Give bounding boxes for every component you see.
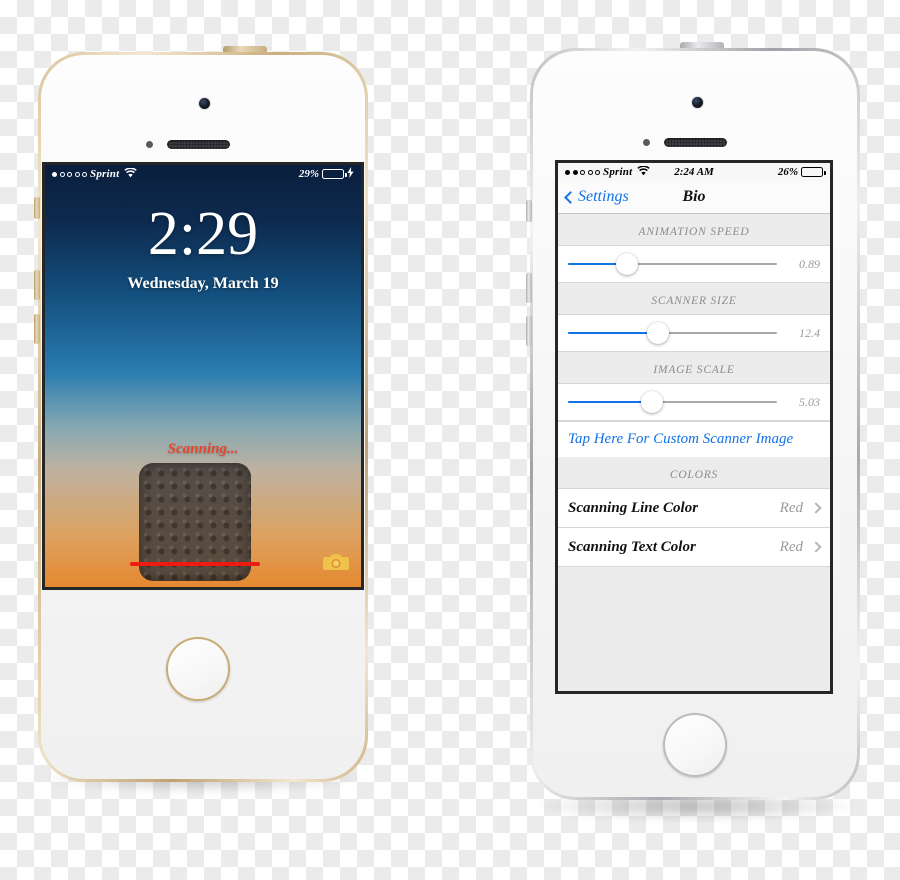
scanning-text-color-label: Scanning Text Color bbox=[568, 538, 696, 555]
status-bar-right: 29% bbox=[299, 167, 354, 181]
status-bar-clock: 2:24 AM bbox=[674, 166, 714, 178]
home-button[interactable] bbox=[166, 637, 230, 701]
front-camera-icon bbox=[199, 98, 210, 109]
proximity-sensor-icon bbox=[146, 141, 153, 148]
battery-icon bbox=[801, 167, 826, 177]
settings-app: Sprint 2:24 AM 26% Settings Bio ANIMATIO… bbox=[558, 163, 830, 691]
slider-row-scanner-size[interactable]: 12.4 bbox=[558, 314, 830, 352]
slider-knob[interactable] bbox=[615, 253, 638, 275]
lockscreen-wallpaper: Sprint 29% 2:29 Wednesday, March 19 Scan… bbox=[45, 165, 361, 587]
back-button-label: Settings bbox=[578, 188, 629, 205]
row-scanning-line-color[interactable]: Scanning Line Color Red bbox=[558, 488, 830, 527]
settings-display[interactable]: Sprint 2:24 AM 26% Settings Bio ANIMATIO… bbox=[558, 163, 830, 691]
section-header-colors: COLORS bbox=[558, 457, 830, 488]
signal-strength-icon bbox=[52, 171, 87, 177]
chevron-right-icon bbox=[810, 541, 822, 553]
volume-up-button[interactable] bbox=[526, 273, 532, 303]
slider-row-image-scale[interactable]: 5.03 bbox=[558, 383, 830, 421]
volume-up-button[interactable] bbox=[34, 270, 40, 300]
carrier-label: Sprint bbox=[90, 168, 120, 180]
animation-speed-slider[interactable] bbox=[568, 253, 777, 275]
custom-scanner-image-row[interactable]: Tap Here For Custom Scanner Image bbox=[558, 421, 830, 457]
scanning-line-color-value: Red bbox=[779, 499, 803, 516]
image-scale-value: 5.03 bbox=[799, 394, 820, 409]
scanning-status-text: Scanning... bbox=[167, 441, 239, 457]
navigation-bar: Settings Bio bbox=[558, 181, 830, 214]
home-button[interactable] bbox=[663, 713, 727, 777]
volume-down-button[interactable] bbox=[34, 314, 40, 344]
slider-track-fill bbox=[568, 332, 658, 334]
image-scale-slider[interactable] bbox=[568, 391, 777, 413]
back-to-settings-button[interactable]: Settings bbox=[564, 188, 629, 206]
lockscreen-clock: 2:29 bbox=[147, 200, 259, 268]
slider-row-animation-speed[interactable]: 0.89 bbox=[558, 245, 830, 283]
scanner-size-slider[interactable] bbox=[568, 322, 777, 344]
camera-icon[interactable] bbox=[323, 552, 349, 577]
screenshot-stage: Sprint 29% 2:29 Wednesday, March 19 Scan… bbox=[0, 0, 900, 880]
battery-percent-label: 29% bbox=[298, 168, 319, 180]
scanning-line bbox=[130, 562, 260, 566]
animation-speed-value: 0.89 bbox=[799, 256, 820, 271]
chevron-right-icon bbox=[810, 502, 822, 514]
scanner-size-value: 12.4 bbox=[799, 325, 820, 340]
slider-knob[interactable] bbox=[640, 391, 663, 413]
lightning-bolt-icon bbox=[347, 167, 354, 181]
device-body-front: Sprint 2:24 AM 26% Settings Bio ANIMATIO… bbox=[533, 51, 857, 797]
status-bar: Sprint 29% bbox=[45, 165, 361, 183]
section-header-animation-speed: ANIMATION SPEED bbox=[558, 214, 830, 245]
front-camera-icon bbox=[692, 97, 703, 108]
status-bar-left: Sprint bbox=[52, 166, 138, 181]
iphone-settings-device: Sprint 2:24 AM 26% Settings Bio ANIMATIO… bbox=[526, 42, 860, 800]
mute-switch[interactable] bbox=[34, 197, 40, 219]
scanning-line-color-label: Scanning Line Color bbox=[568, 499, 699, 516]
slider-knob[interactable] bbox=[646, 322, 669, 344]
lockscreen-display[interactable]: Sprint 29% 2:29 Wednesday, March 19 Scan… bbox=[45, 165, 361, 587]
scanning-text-color-value: Red bbox=[779, 538, 803, 555]
earpiece-speaker bbox=[664, 138, 727, 147]
power-button[interactable] bbox=[223, 46, 267, 52]
power-button[interactable] bbox=[680, 42, 724, 48]
wifi-icon bbox=[124, 166, 138, 181]
status-bar: Sprint 2:24 AM 26% bbox=[558, 163, 830, 181]
section-header-scanner-size: SCANNER SIZE bbox=[558, 283, 830, 314]
settings-list[interactable]: ANIMATION SPEED 0.89 SCANNER SIZE 12.4 I… bbox=[558, 214, 830, 691]
list-bottom-filler bbox=[558, 566, 830, 590]
proximity-sensor-icon bbox=[643, 139, 650, 146]
battery-icon bbox=[322, 169, 347, 179]
chevron-left-icon bbox=[564, 190, 577, 204]
device-body-front: Sprint 29% 2:29 Wednesday, March 19 Scan… bbox=[41, 55, 365, 779]
section-header-image-scale: IMAGE SCALE bbox=[558, 352, 830, 383]
volume-down-button[interactable] bbox=[526, 316, 532, 346]
custom-scanner-image-label: Tap Here For Custom Scanner Image bbox=[568, 431, 794, 447]
mute-switch[interactable] bbox=[526, 200, 532, 222]
row-scanning-text-color[interactable]: Scanning Text Color Red bbox=[558, 527, 830, 566]
slider-track-fill bbox=[568, 401, 652, 403]
earpiece-speaker bbox=[167, 140, 230, 149]
lockscreen-date: Wednesday, March 19 bbox=[127, 275, 279, 292]
iphone-lockscreen-device: Sprint 29% 2:29 Wednesday, March 19 Scan… bbox=[34, 46, 368, 782]
